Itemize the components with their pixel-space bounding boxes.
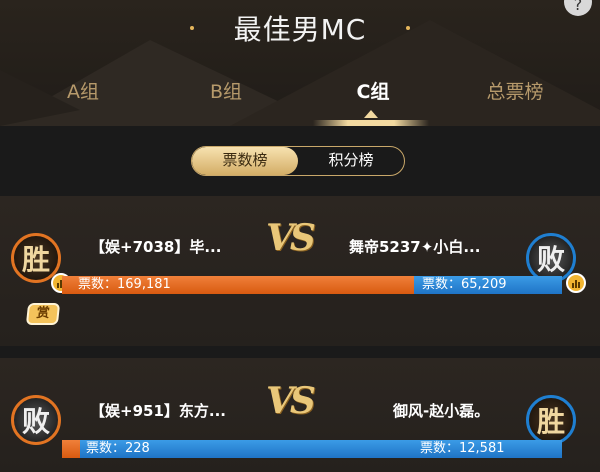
right-contestant-name[interactable]: 御风-赵小磊。 <box>393 400 489 421</box>
header: 最佳男MC ? A组 B组 C组 总票榜 <box>0 0 600 126</box>
tab-group-a[interactable]: A组 <box>33 74 133 110</box>
ranking-toggle: 票数榜 积分榜 <box>191 146 405 176</box>
vs-icon: VS <box>266 217 316 259</box>
left-vote-bar-fill <box>62 440 80 458</box>
toggle-votes-ranking[interactable]: 票数榜 <box>192 147 298 175</box>
left-vote-bar: 票数：169,181 <box>62 276 414 294</box>
right-contestant-name[interactable]: 舞帝5237✦小白... <box>349 236 480 257</box>
title-dot-right <box>406 26 410 30</box>
right-avatar-winner[interactable]: 胜 <box>526 395 576 445</box>
group-tabs: A组 B组 C组 总票榜 <box>0 74 600 114</box>
right-vote-bar: 票数：65,209 <box>414 276 562 294</box>
reward-badge[interactable]: 赏 <box>25 303 61 325</box>
card-separator <box>0 346 600 358</box>
toggle-points-ranking[interactable]: 积分榜 <box>298 147 404 175</box>
title-dot-left <box>190 26 194 30</box>
tab-group-c[interactable]: C组 <box>323 74 423 110</box>
left-contestant-name[interactable]: 【娱+951】东方... <box>90 400 226 421</box>
active-tab-caret <box>364 110 378 118</box>
page-title: 最佳男MC <box>233 13 367 46</box>
right-vote-label: 票数：12,581 <box>420 441 505 456</box>
left-contestant-name[interactable]: 【娱+7038】毕... <box>90 236 221 257</box>
title-row: 最佳男MC <box>0 8 600 48</box>
tab-total-ranking[interactable]: 总票榜 <box>465 74 565 110</box>
vs-icon: VS <box>266 380 316 422</box>
stats-icon[interactable] <box>566 273 586 293</box>
tab-group-b[interactable]: B组 <box>176 74 276 110</box>
left-vote-label: 票数：228 <box>86 441 150 456</box>
left-avatar-loser[interactable]: 败 <box>11 395 61 445</box>
